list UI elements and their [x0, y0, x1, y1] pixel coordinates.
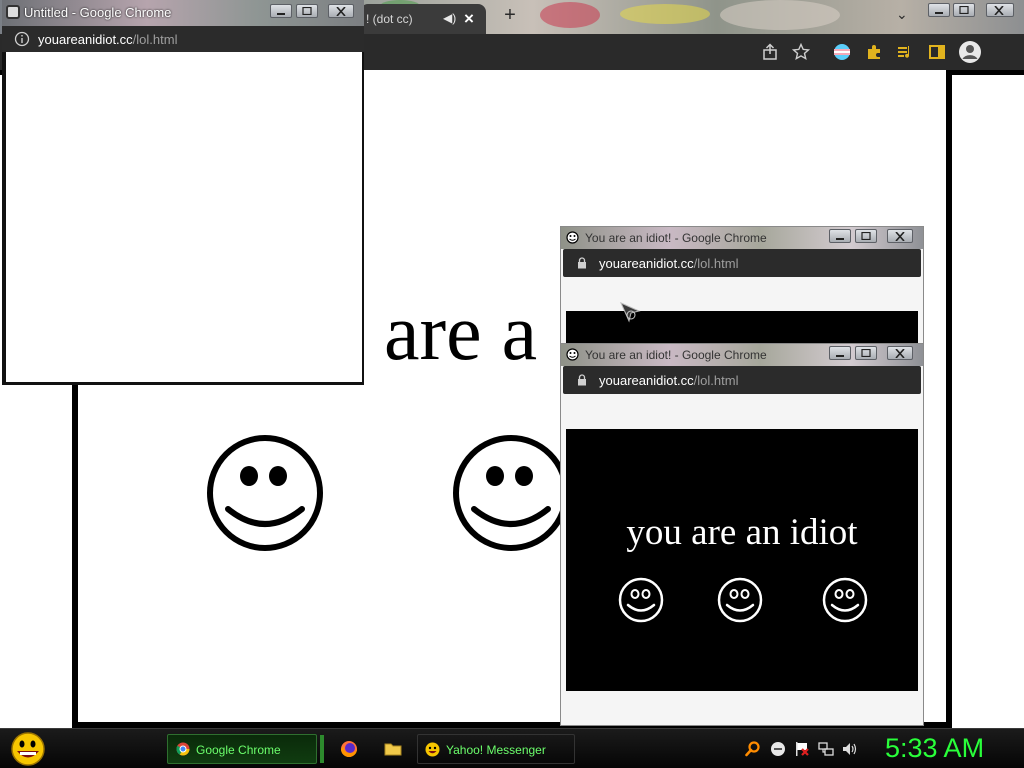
minimize-button[interactable] [928, 3, 950, 17]
close-window-button[interactable] [887, 346, 913, 360]
background-paint-splatter [720, 0, 840, 30]
bookmark-star-icon[interactable] [792, 43, 810, 61]
search-icon[interactable] [745, 741, 761, 757]
smiley-face-icon [618, 577, 664, 623]
chrome-icon [176, 742, 190, 756]
popup-blank-content [6, 52, 362, 382]
background-paint-splatter [620, 4, 710, 24]
close-window-button[interactable] [986, 3, 1014, 17]
popup-titlebar[interactable]: You are an idiot! - Google Chrome [561, 344, 923, 366]
background-paint-splatter [540, 2, 600, 28]
taskbar-item-yahoo-messenger[interactable]: Yahoo! Messenger [417, 734, 575, 764]
popup-titlebar[interactable]: Untitled - Google Chrome [2, 0, 364, 26]
folder-icon[interactable] [384, 740, 402, 758]
taskbar-separator [320, 735, 324, 763]
network-icon[interactable] [818, 741, 834, 757]
address-bar[interactable]: youareanidiot.cc/lol.html [563, 249, 921, 277]
lock-icon[interactable] [577, 257, 587, 269]
address-bar[interactable]: youareanidiot.cc/lol.html [2, 26, 364, 52]
untitled-popup-window[interactable]: Untitled - Google Chrome youareanidiot.c… [2, 0, 364, 385]
yahoo-messenger-icon [425, 742, 440, 757]
page-heading-text: are a [384, 289, 538, 377]
taskbar-item-google-chrome[interactable]: Google Chrome [167, 734, 317, 764]
tab-title: ! (dot cc) [366, 12, 413, 26]
volume-icon[interactable] [842, 741, 858, 757]
media-queue-icon[interactable] [896, 43, 914, 61]
smiley-face-icon [822, 577, 868, 623]
smiley-face-icon [207, 435, 323, 551]
minimize-button[interactable] [829, 229, 851, 243]
popup-title: Untitled - Google Chrome [24, 5, 172, 20]
smiley-face-icon [717, 577, 763, 623]
close-window-button[interactable] [887, 229, 913, 243]
close-icon[interactable]: × [464, 9, 474, 29]
popup-title: You are an idiot! - Google Chrome [585, 348, 767, 362]
firefox-icon[interactable] [340, 740, 358, 758]
close-window-button[interactable] [328, 4, 354, 18]
tab-search-button[interactable]: ⌄ [896, 6, 908, 23]
maximize-button[interactable] [855, 346, 877, 360]
speaker-icon[interactable]: ◀) [443, 11, 456, 25]
taskbar: Google Chrome Yahoo! Messenger 5:33 AM [0, 728, 1024, 768]
minimize-button[interactable] [829, 346, 851, 360]
side-panel-icon[interactable] [928, 43, 946, 61]
smiley-face-icon [453, 435, 569, 551]
account-icon[interactable] [958, 40, 982, 64]
smiley-favicon-icon [566, 231, 579, 244]
mouse-cursor-icon [620, 302, 641, 323]
profile-flag-icon[interactable] [833, 43, 851, 61]
minimize-button[interactable] [270, 4, 292, 18]
url-text: youareanidiot.cc/lol.html [599, 256, 739, 271]
address-bar[interactable]: youareanidiot.cc/lol.html [563, 366, 921, 394]
chrome-window-icon [6, 5, 20, 19]
browser-tab[interactable]: ! (dot cc) ◀) × [360, 4, 486, 34]
url-text: youareanidiot.cc/lol.html [38, 32, 178, 47]
info-icon[interactable] [14, 31, 30, 47]
security-flag-icon[interactable] [794, 741, 810, 757]
popup-title: You are an idiot! - Google Chrome [585, 231, 767, 245]
maximize-button[interactable] [953, 3, 975, 17]
lock-icon[interactable] [577, 374, 587, 386]
popup-black-content: you are an idiot [566, 429, 918, 691]
yahoo-smiley-icon[interactable] [8, 731, 48, 767]
messenger-status-icon[interactable] [770, 741, 786, 757]
taskbar-item-label: Yahoo! Messenger [446, 743, 546, 757]
you-are-an-idiot-text: you are an idiot [626, 512, 858, 553]
popup-titlebar[interactable]: You are an idiot! - Google Chrome [561, 227, 923, 249]
taskbar-item-label: Google Chrome [196, 743, 281, 757]
maximize-button[interactable] [296, 4, 318, 18]
smiley-favicon-icon [566, 348, 579, 361]
url-text: youareanidiot.cc/lol.html [599, 373, 739, 388]
maximize-button[interactable] [855, 229, 877, 243]
idiot-popup-window[interactable]: You are an idiot! - Google Chrome youare… [560, 343, 924, 726]
share-icon[interactable] [761, 43, 779, 61]
extensions-puzzle-icon[interactable] [865, 43, 883, 61]
new-tab-button[interactable]: + [499, 5, 521, 27]
taskbar-clock[interactable]: 5:33 AM [885, 733, 984, 764]
idiot-popup-window[interactable]: You are an idiot! - Google Chrome youare… [560, 226, 924, 346]
